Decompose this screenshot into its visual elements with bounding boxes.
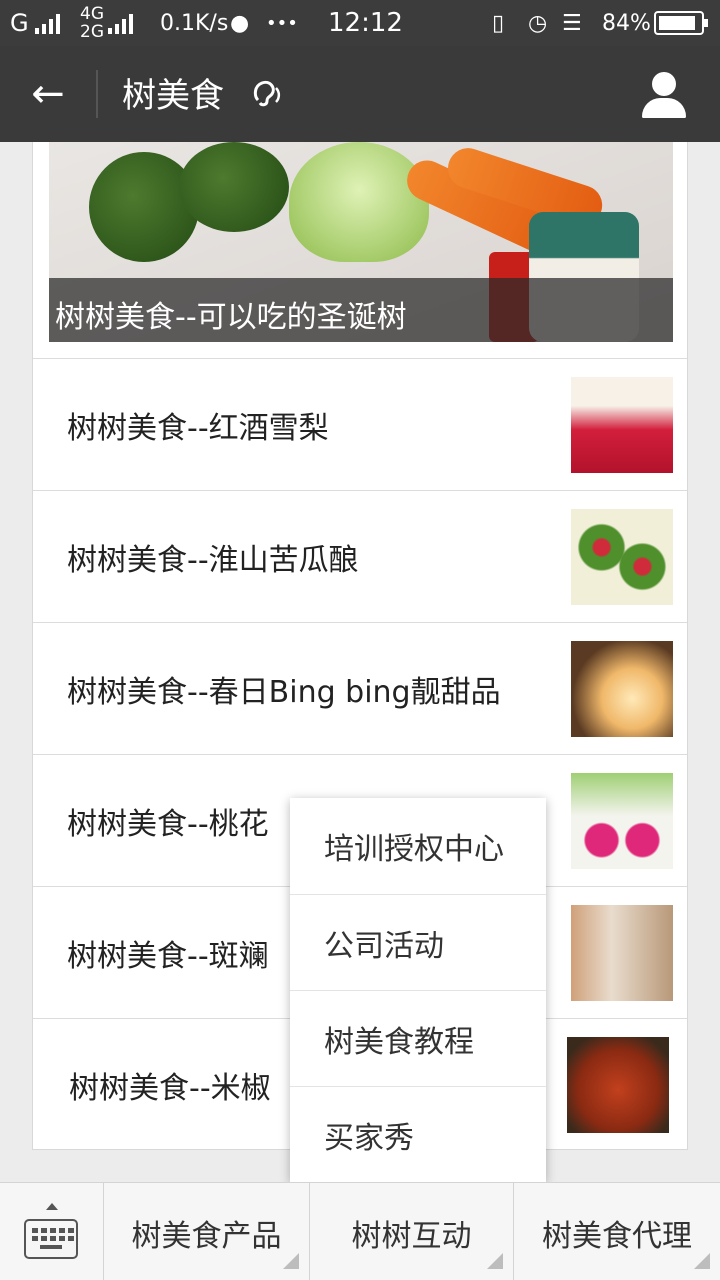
menu-button-label: 树美食产品	[131, 1219, 282, 1254]
list-item-title: 树树美食--红酒雪梨	[67, 411, 329, 446]
weibo-icon: ●	[230, 10, 250, 36]
submenu-popup: 培训授权中心 公司活动 树美食教程 买家秀	[290, 798, 546, 1182]
submenu-indicator-icon	[283, 1253, 299, 1269]
vibrate-icon: ▯	[492, 10, 505, 36]
more-notifications-icon: •••	[266, 12, 298, 34]
network-indicator: 4G 2G	[80, 0, 133, 46]
menu-item-label: 公司活动	[324, 929, 444, 964]
signal-icon	[34, 12, 60, 34]
list-item-thumbnail	[571, 905, 673, 1001]
status-bar: G 4G 2G 0.1K/s ● ••• 12:12 ▯ ◷ ☰ 84%	[0, 0, 720, 46]
hero-article[interactable]: 树树美食--可以吃的圣诞树	[49, 142, 673, 342]
status-time: 12:12	[328, 8, 403, 38]
ear-icon	[250, 76, 284, 118]
menu-item-label: 买家秀	[324, 1121, 414, 1156]
battery-percent: 84%	[602, 10, 651, 36]
user-icon	[652, 72, 676, 96]
list-item[interactable]: 树树美食--春日Bing bing靓甜品	[33, 622, 687, 754]
list-item[interactable]: 树树美食--淮山苦瓜酿	[33, 490, 687, 622]
profile-button[interactable]	[636, 66, 692, 122]
app-header: ← 树美食	[0, 46, 720, 142]
list-item-thumbnail	[571, 641, 673, 737]
list-item-thumbnail	[567, 1037, 669, 1133]
list-item-title: 树树美食--淮山苦瓜酿	[67, 543, 359, 578]
menu-button-label: 树树互动	[351, 1219, 472, 1254]
caret-up-icon	[46, 1203, 58, 1210]
list-item-title: 树树美食--桃花	[67, 807, 269, 842]
battery-icon	[646, 0, 708, 46]
menu-button-label: 树美食代理	[542, 1219, 692, 1254]
net-4g-label: 4G	[80, 4, 104, 24]
menu-button-products[interactable]: 树美食产品	[104, 1183, 310, 1280]
keyboard-toggle-button[interactable]	[0, 1183, 104, 1280]
signal-icon-2	[108, 12, 133, 34]
bottom-menu-bar: 树美食产品 树树互动 树美食代理	[0, 1182, 720, 1280]
menu-item-tutorials[interactable]: 树美食教程	[290, 990, 546, 1086]
hero-caption: 树树美食--可以吃的圣诞树	[55, 300, 407, 335]
back-button[interactable]: ←	[20, 66, 76, 122]
menu-item-company-events[interactable]: 公司活动	[290, 894, 546, 990]
net-2g-label: 2G	[80, 22, 104, 42]
list-item-title: 树树美食--米椒	[69, 1071, 271, 1106]
carrier-signal: G	[10, 0, 60, 46]
menu-item-buyer-show[interactable]: 买家秀	[290, 1086, 546, 1182]
net-speed: 0.1K/s	[160, 10, 229, 36]
page-title: 树美食	[122, 76, 224, 116]
header-divider	[96, 70, 98, 118]
submenu-indicator-icon	[487, 1253, 503, 1269]
list-item-title: 树树美食--春日Bing bing靓甜品	[67, 675, 501, 710]
submenu-indicator-icon	[694, 1253, 710, 1269]
carrier-label: G	[10, 9, 29, 37]
menu-button-agency[interactable]: 树美食代理	[514, 1183, 720, 1280]
alarm-icon: ◷	[528, 10, 548, 36]
list-item-thumbnail	[571, 773, 673, 869]
menu-item-label: 树美食教程	[324, 1025, 474, 1060]
list-item-thumbnail	[571, 377, 673, 473]
list-item-title: 树树美食--斑斓	[67, 939, 269, 974]
keyboard-icon	[24, 1219, 78, 1259]
list-item[interactable]: 树树美食--红酒雪梨	[33, 358, 687, 490]
menu-item-training-center[interactable]: 培训授权中心	[290, 798, 546, 894]
menu-button-interaction[interactable]: 树树互动	[310, 1183, 514, 1280]
list-item-thumbnail	[571, 509, 673, 605]
wifi-icon: ☰	[562, 10, 582, 36]
back-arrow-icon: ←	[31, 71, 65, 117]
menu-item-label: 培训授权中心	[324, 832, 504, 867]
